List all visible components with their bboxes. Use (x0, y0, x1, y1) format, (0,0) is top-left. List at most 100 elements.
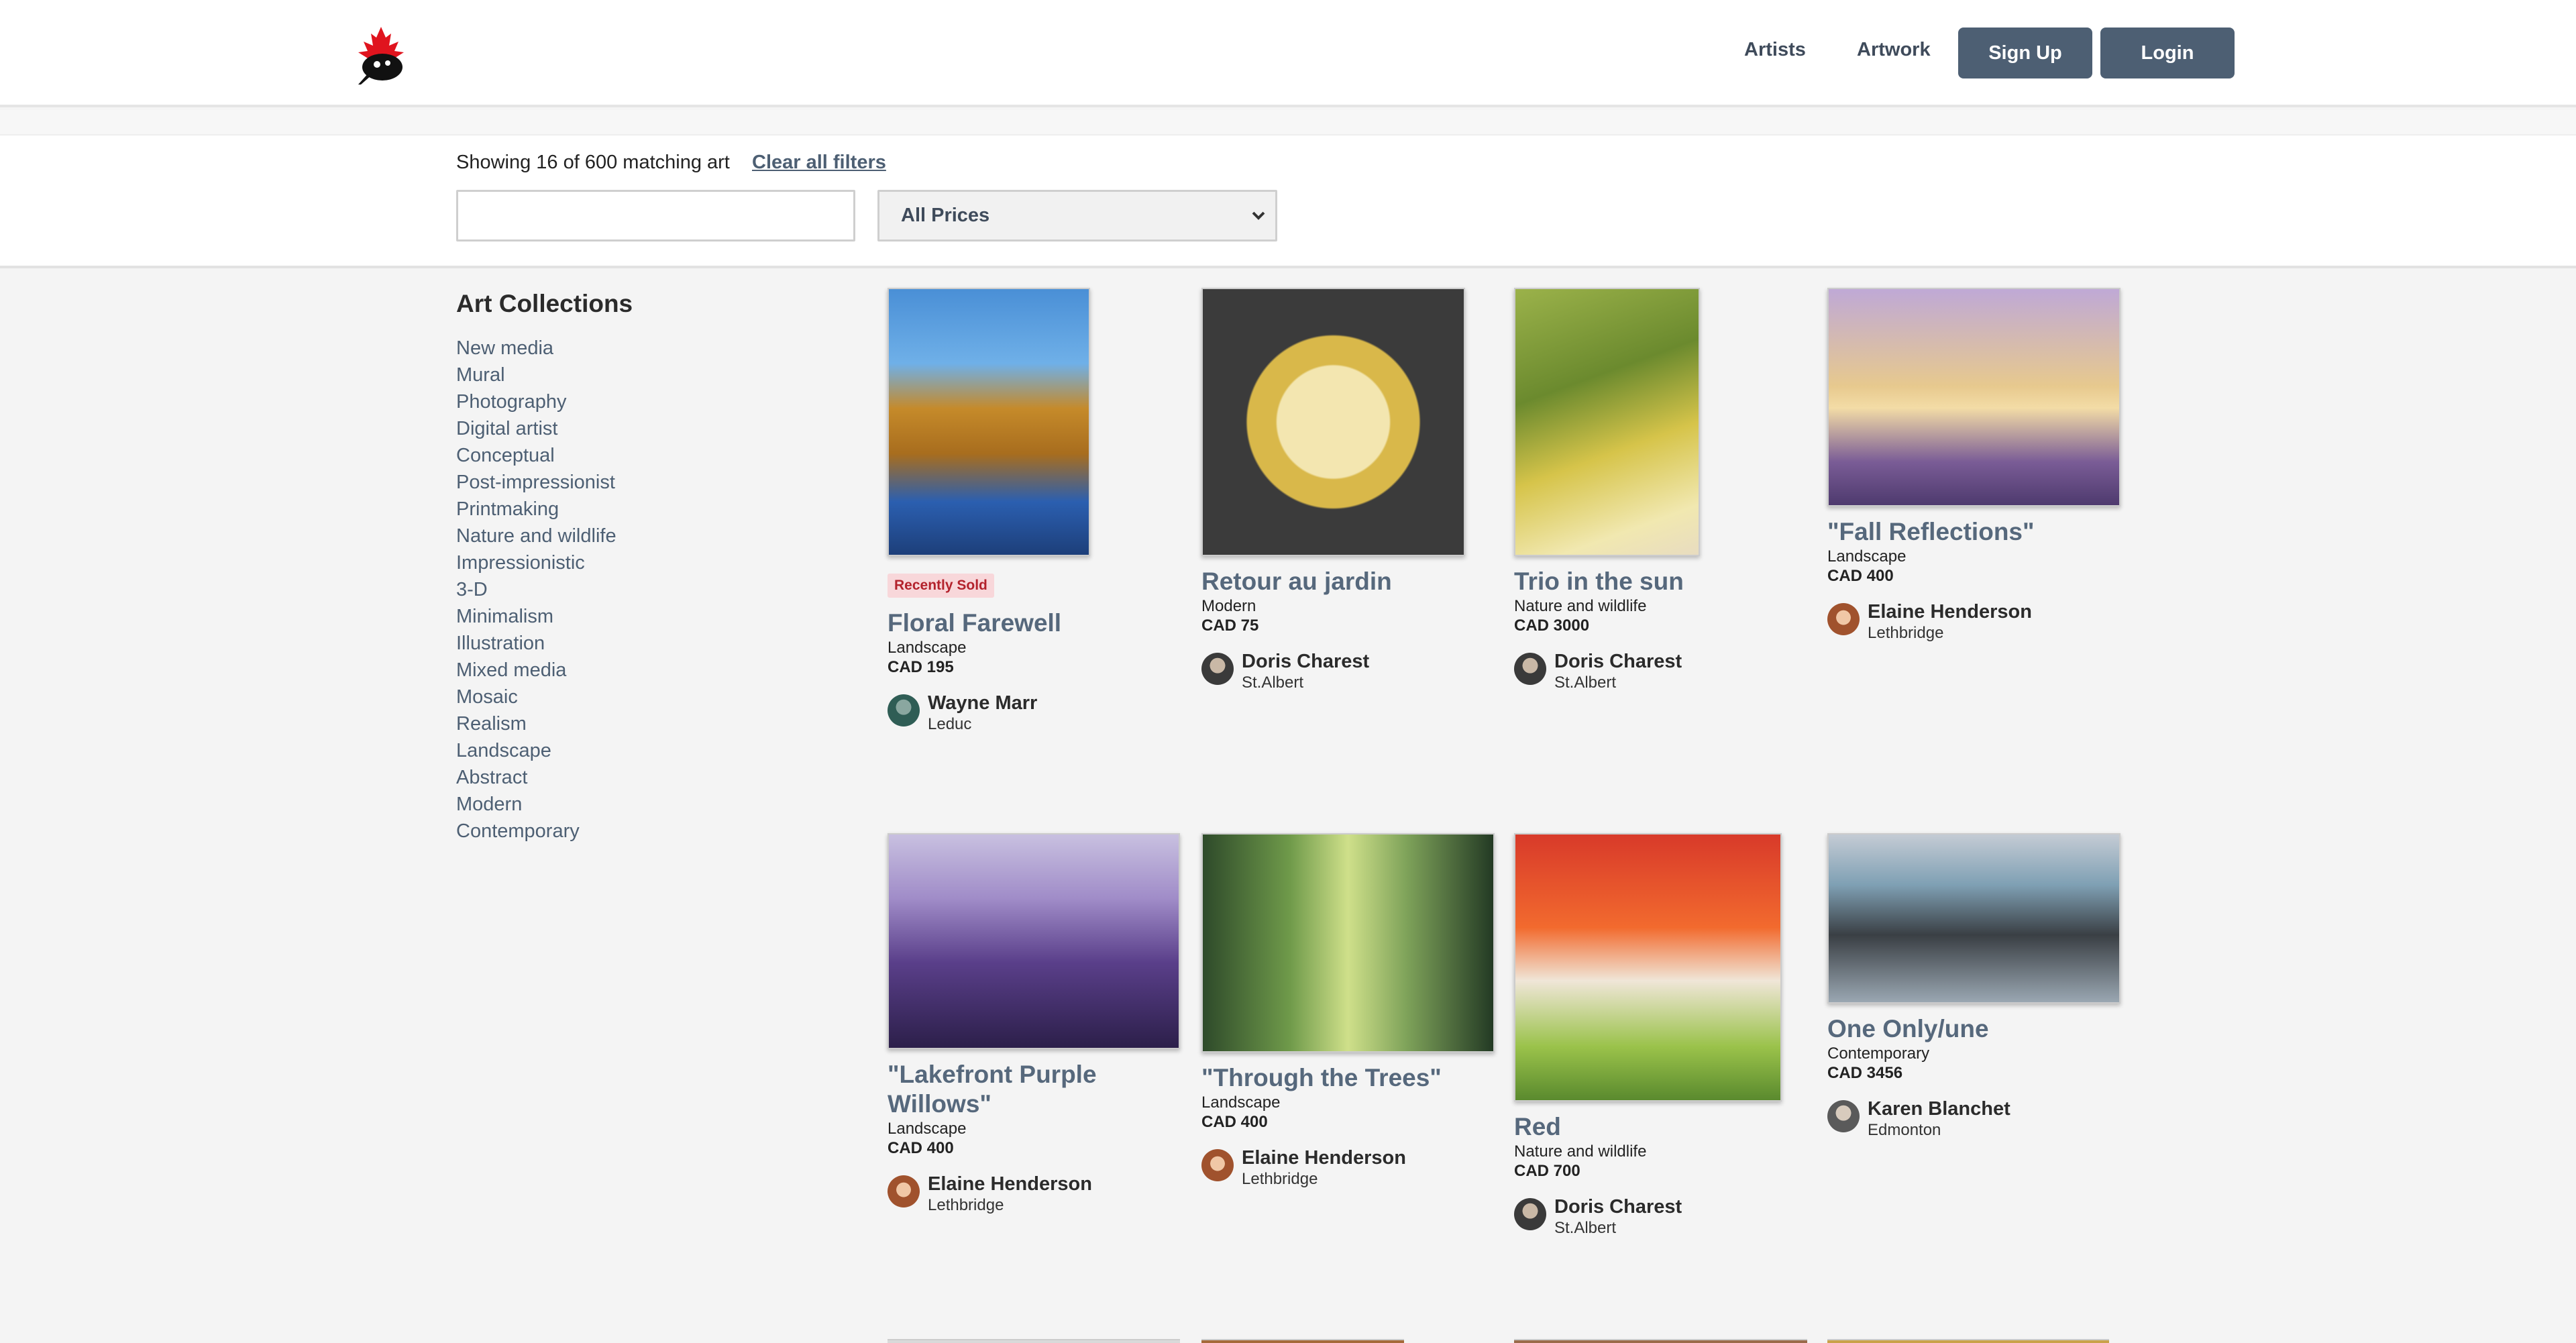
artwork-title[interactable]: Retour au jardin (1201, 567, 1517, 596)
artwork-card: "Fall Reflections" Landscape CAD 400 Ela… (1827, 288, 2143, 643)
collection-item[interactable]: Mural (456, 362, 616, 388)
avatar (1827, 1100, 1860, 1132)
collection-item[interactable]: Realism (456, 710, 616, 737)
artwork-price: CAD 3456 (1827, 1064, 1903, 1082)
artwork-title[interactable]: Trio in the sun (1514, 567, 1829, 596)
nav-artwork-link[interactable]: Artwork (1857, 39, 1931, 61)
artwork-image[interactable] (888, 833, 1180, 1049)
artwork-image[interactable] (1201, 833, 1495, 1053)
collection-item[interactable]: Landscape (456, 737, 616, 764)
header-spacer (0, 110, 2576, 136)
chevron-down-icon (1252, 211, 1265, 220)
artwork-card: Recently Sold Floral Farewell Landscape … (888, 288, 1203, 735)
artwork-card: Trio in the sun Nature and wildlife CAD … (1514, 288, 1829, 693)
artwork-title[interactable]: "Through the Trees" (1201, 1063, 1517, 1093)
art-collections-heading: Art Collections (456, 290, 633, 317)
artwork-card: One Only/une Contemporary CAD 3456 Karen… (1827, 833, 2143, 1140)
artist-name: Doris Charest (1242, 651, 1370, 672)
artwork-category: Contemporary (1827, 1044, 1930, 1063)
artist-name: Elaine Henderson (1868, 601, 2032, 623)
artwork-category: Landscape (1827, 547, 1907, 566)
artwork-title[interactable]: "Fall Reflections" (1827, 517, 2143, 547)
artwork-image-partial[interactable] (1827, 1339, 2109, 1343)
collection-item[interactable]: Abstract (456, 764, 616, 791)
collection-item[interactable]: 3-D (456, 576, 616, 603)
top-navbar: Artists Artwork Sign Up Login (0, 0, 2576, 107)
artwork-card: "Through the Trees" Landscape CAD 400 El… (1201, 833, 1517, 1189)
recently-sold-badge: Recently Sold (888, 574, 994, 598)
artwork-image[interactable] (1514, 833, 1782, 1102)
artist-city: Edmonton (1868, 1121, 1941, 1139)
avatar (888, 1175, 920, 1207)
sign-up-button[interactable]: Sign Up (1958, 28, 2092, 78)
avatar (888, 694, 920, 727)
collection-item[interactable]: Photography (456, 388, 616, 415)
collection-item[interactable]: Printmaking (456, 496, 616, 523)
price-filter-select[interactable]: All Prices (877, 190, 1277, 241)
collection-item[interactable]: Conceptual (456, 442, 616, 469)
artwork-price: CAD 400 (1201, 1113, 1268, 1131)
results-count-text: Showing 16 of 600 matching art (456, 152, 730, 173)
artist-city: St.Albert (1242, 674, 1304, 692)
artwork-card: Retour au jardin Modern CAD 75 Doris Cha… (1201, 288, 1517, 693)
artist-link[interactable]: Elaine Henderson Lethbridge (1827, 600, 2143, 643)
artist-name: Doris Charest (1554, 1196, 1682, 1218)
artwork-title[interactable]: "Lakefront Purple Willows" (888, 1060, 1203, 1119)
artwork-card: "Lakefront Purple Willows" Landscape CAD… (888, 833, 1203, 1216)
artwork-category: Nature and wildlife (1514, 597, 1647, 615)
artist-link[interactable]: Doris Charest St.Albert (1514, 650, 1829, 693)
artwork-image[interactable] (1514, 288, 1700, 556)
artist-link[interactable]: Karen Blanchet Edmonton (1827, 1097, 2143, 1140)
artist-link[interactable]: Doris Charest St.Albert (1514, 1195, 1829, 1238)
artist-link[interactable]: Wayne Marr Leduc (888, 692, 1203, 735)
avatar (1514, 1198, 1546, 1230)
nav-artists-link[interactable]: Artists (1744, 39, 1806, 61)
artwork-price: CAD 400 (888, 1139, 954, 1157)
collection-item[interactable]: Modern (456, 791, 616, 818)
artwork-card: Red Nature and wildlife CAD 700 Doris Ch… (1514, 833, 1829, 1238)
artwork-image[interactable] (1827, 833, 2121, 1004)
filter-bar (0, 136, 2576, 268)
artwork-title[interactable]: One Only/une (1827, 1014, 2143, 1044)
artist-city: St.Albert (1554, 1219, 1617, 1237)
avatar (1827, 603, 1860, 635)
artwork-price: CAD 3000 (1514, 616, 1590, 635)
artwork-image-partial[interactable] (888, 1339, 1180, 1343)
artist-name: Wayne Marr (928, 692, 1038, 714)
collection-item[interactable]: Minimalism (456, 603, 616, 630)
artist-name: Doris Charest (1554, 651, 1682, 672)
artwork-image[interactable] (1201, 288, 1465, 556)
artwork-category: Nature and wildlife (1514, 1142, 1647, 1161)
collection-item[interactable]: Mosaic (456, 684, 616, 710)
artwork-image[interactable] (1827, 288, 2121, 506)
collection-item[interactable]: Illustration (456, 630, 616, 657)
artwork-category: Landscape (888, 639, 967, 657)
artist-link[interactable]: Elaine Henderson Lethbridge (1201, 1146, 1517, 1189)
artist-name: Elaine Henderson (928, 1173, 1092, 1195)
artwork-image[interactable] (888, 288, 1090, 556)
artist-link[interactable]: Elaine Henderson Lethbridge (888, 1173, 1203, 1216)
maple-leaf-palette-logo[interactable] (354, 25, 408, 86)
art-collections-list: New media Mural Photography Digital arti… (456, 335, 616, 845)
clear-filters-link[interactable]: Clear all filters (752, 152, 886, 174)
collection-item[interactable]: Nature and wildlife (456, 523, 616, 549)
collection-item[interactable]: Digital artist (456, 415, 616, 442)
artwork-image-partial[interactable] (1514, 1339, 1807, 1343)
login-button[interactable]: Login (2100, 28, 2235, 78)
artwork-price: CAD 195 (888, 658, 954, 676)
collection-item[interactable]: Impressionistic (456, 549, 616, 576)
artwork-image-partial[interactable] (1201, 1339, 1404, 1343)
artwork-price: CAD 400 (1827, 567, 1894, 585)
collection-item[interactable]: New media (456, 335, 616, 362)
collection-item[interactable]: Contemporary (456, 818, 616, 845)
artist-link[interactable]: Doris Charest St.Albert (1201, 650, 1517, 693)
artist-city: Lethbridge (1242, 1170, 1318, 1188)
collection-item[interactable]: Post-impressionist (456, 469, 616, 496)
artwork-title[interactable]: Floral Farewell (888, 608, 1203, 638)
artwork-price: CAD 700 (1514, 1162, 1580, 1180)
avatar (1201, 1149, 1234, 1181)
artist-city: Lethbridge (1868, 624, 1944, 642)
collection-item[interactable]: Mixed media (456, 657, 616, 684)
search-input[interactable] (456, 190, 855, 241)
artwork-title[interactable]: Red (1514, 1112, 1829, 1142)
